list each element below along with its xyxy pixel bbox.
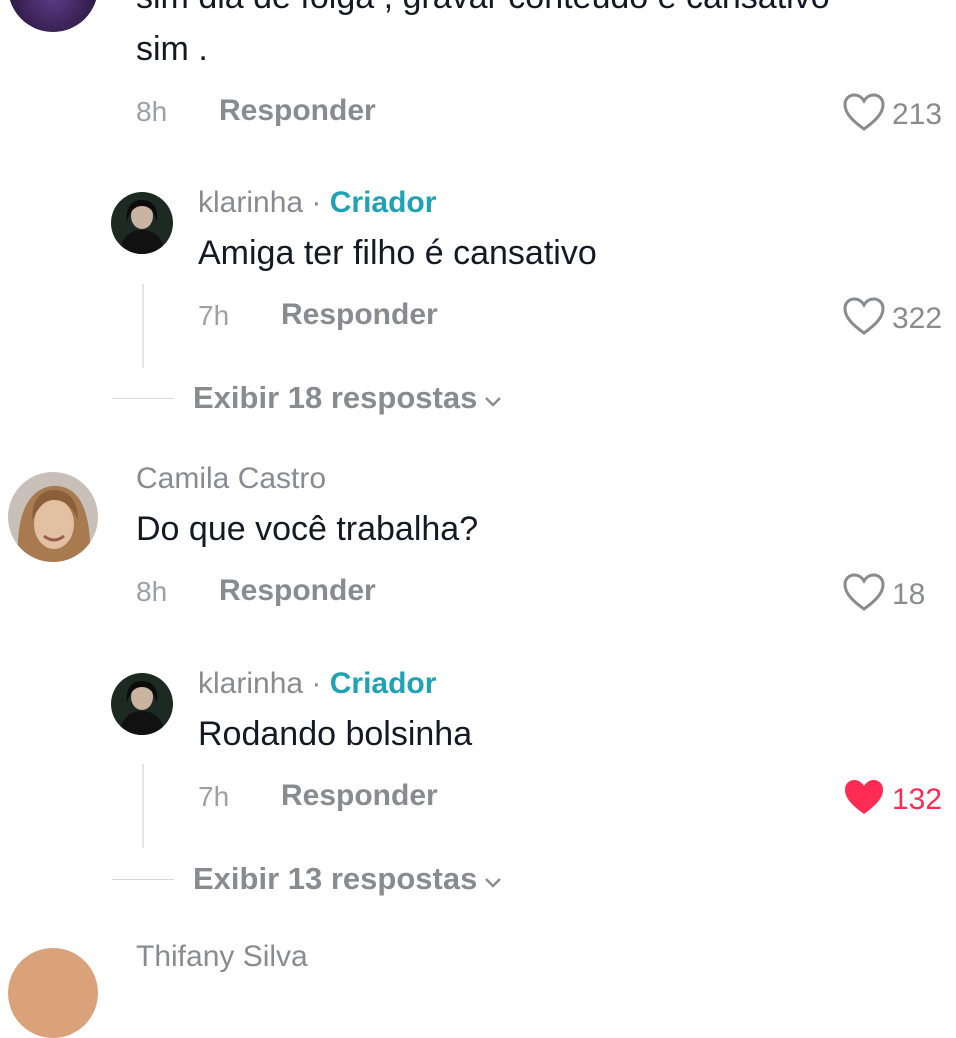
reply-time: 7h [198, 300, 230, 331]
divider [112, 879, 174, 880]
creator-badge: Criador [329, 667, 437, 700]
reply-text: Amiga ter filho é cansativo [198, 234, 597, 272]
reply-button[interactable]: Responder [219, 574, 376, 608]
comment-text: sim . [136, 30, 208, 68]
view-replies-label: Exibir 18 respostas [193, 380, 478, 415]
reply-author-row: klarinha · Criador [198, 667, 436, 701]
username[interactable]: klarinha [198, 667, 303, 700]
comment-text: sim dia de folga , gravar conteúdo é can… [136, 0, 830, 17]
like-count: 18 [892, 577, 926, 611]
comment-time: 8h [136, 576, 168, 607]
like-button[interactable]: 213 [842, 92, 942, 137]
avatar[interactable] [8, 948, 98, 1038]
chevron-down-icon [483, 380, 503, 416]
view-replies-label: Exibir 13 respostas [193, 861, 478, 896]
username[interactable]: Camila Castro [136, 462, 326, 496]
like-count: 132 [892, 782, 943, 816]
like-button[interactable]: 322 [842, 296, 942, 341]
avatar[interactable] [8, 472, 98, 562]
reply-time: 7h [198, 781, 230, 812]
like-button[interactable]: 132 [842, 777, 942, 822]
like-count: 213 [892, 97, 943, 131]
like-button[interactable]: 18 [842, 572, 925, 617]
chevron-down-icon [483, 861, 503, 897]
heart-icon [842, 92, 886, 137]
separator: · [311, 186, 322, 219]
reply-text: Rodando bolsinha [198, 715, 473, 753]
creator-badge: Criador [329, 186, 437, 219]
thread-line [142, 284, 144, 368]
heart-icon [842, 296, 886, 341]
heart-icon [842, 572, 886, 617]
comment-time: 8h [136, 96, 168, 127]
thread-line [142, 764, 144, 848]
reply-author-row: klarinha · Criador [198, 186, 436, 220]
reply-button[interactable]: Responder [281, 779, 438, 813]
reply-button[interactable]: Responder [281, 298, 438, 332]
view-replies-button[interactable]: Exibir 13 respostas [193, 861, 503, 897]
like-count: 322 [892, 301, 943, 335]
avatar[interactable] [111, 192, 173, 254]
avatar[interactable] [111, 673, 173, 735]
username[interactable]: klarinha [198, 186, 303, 219]
separator: · [311, 667, 322, 700]
reply-button[interactable]: Responder [219, 94, 376, 128]
view-replies-button[interactable]: Exibir 18 respostas [193, 380, 503, 416]
heart-filled-icon [842, 777, 886, 822]
avatar[interactable] [8, 0, 98, 32]
comment-text: Do que você trabalha? [136, 510, 479, 548]
username[interactable]: Thifany Silva [136, 940, 308, 974]
divider [112, 398, 174, 399]
